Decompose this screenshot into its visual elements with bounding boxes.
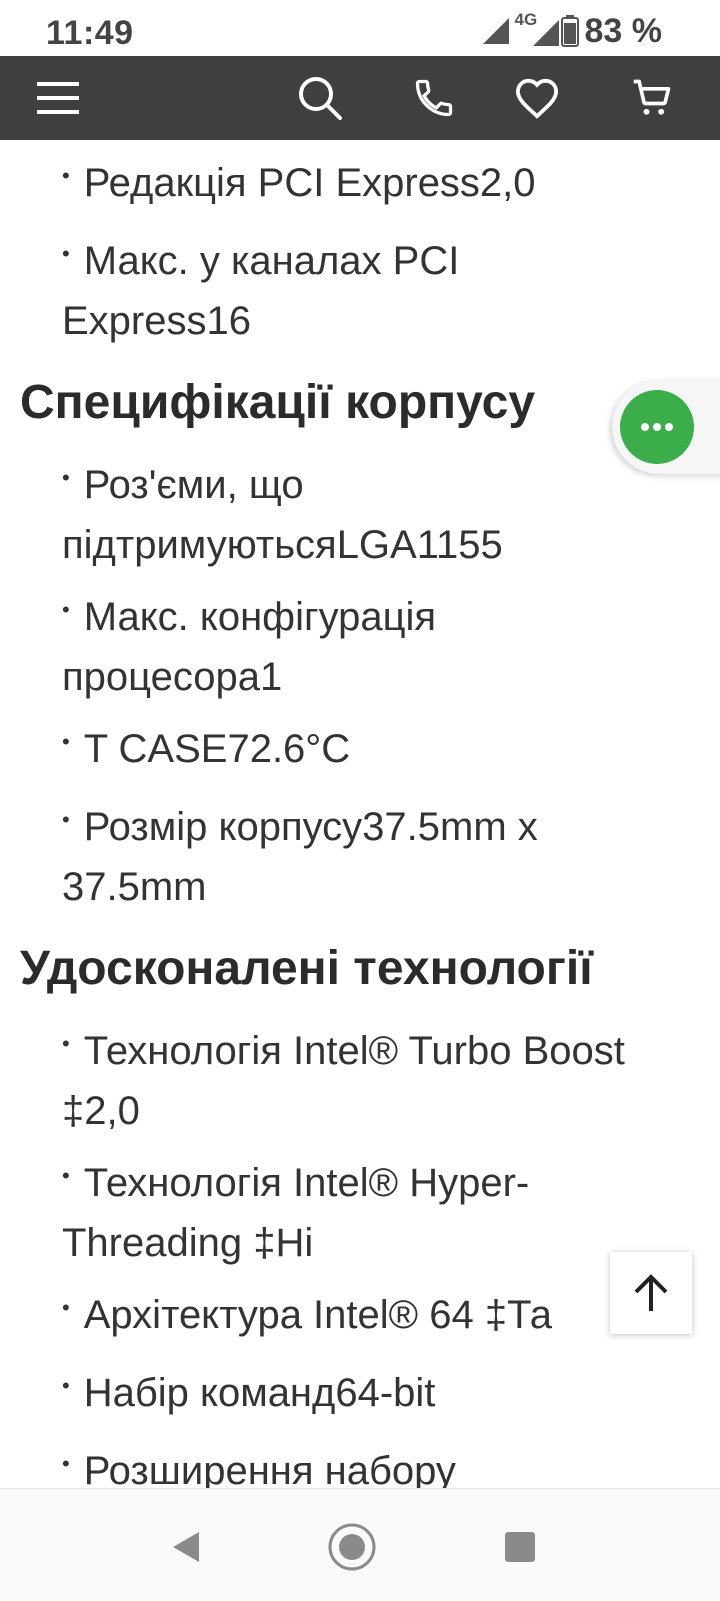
battery-icon — [560, 15, 579, 47]
status-indicators: 4G 83 % — [482, 10, 663, 50]
recents-icon[interactable] — [490, 1517, 550, 1577]
pci-spec-list: • Редакція PCI Express2,0 • Макс. у канала… — [0, 156, 720, 366]
heart-icon[interactable] — [507, 68, 567, 128]
signal-4g-icon: 4G — [515, 10, 559, 46]
list-item-text: Макс. конфігурація процесора1 — [62, 595, 437, 699]
list-item: • Редакція PCI Express2,0 — [62, 161, 536, 205]
system-nav-bar — [0, 1488, 720, 1601]
list-item: • Розмір корпусу37.5mm x 37.5mm — [62, 805, 538, 909]
list-item-text: Редакція PCI Express2,0 — [83, 161, 536, 205]
list-item: • Технологія Intel® Hyper-Threading ‡Hi — [62, 1161, 530, 1265]
list-item-text: Архітектура Intel® 64 ‡Та — [83, 1293, 552, 1337]
list-item-text: Розширення набору командIntel® SSE4.1, I… — [83, 1449, 456, 1488]
battery-percent: 83 % — [584, 11, 663, 50]
cart-icon[interactable] — [622, 68, 682, 128]
search-icon[interactable] — [290, 68, 350, 128]
section-heading-technologies: Удосконалені технології — [20, 942, 593, 995]
list-item-text: Розмір корпусу37.5mm x 37.5mm — [62, 805, 538, 909]
list-item: • Роз'єми, що підтримуютьсяLGA1155 — [62, 463, 503, 567]
list-item: • Набір команд64-bit — [62, 1371, 436, 1415]
list-item: • T CASE72.6°C — [62, 727, 351, 771]
home-icon[interactable] — [322, 1517, 382, 1577]
list-item: •Розширення набору командIntel® SSE4.1, … — [62, 1444, 658, 1488]
list-item-text: Роз'єми, що підтримуютьсяLGA1155 — [62, 463, 503, 567]
chat-fab-container — [612, 380, 720, 474]
section-heading-package: Специфікації корпусу — [20, 376, 536, 429]
list-item-text: T CASE72.6°C — [83, 727, 351, 771]
list-item-text: Технологія Intel® Turbo Boost ‡2,0 — [62, 1029, 625, 1133]
list-item: • Макс. у каналах PCI Express16 — [62, 239, 460, 343]
menu-icon[interactable] — [28, 68, 88, 128]
phone-icon[interactable] — [404, 68, 464, 128]
arrow-up-icon — [634, 1274, 668, 1311]
signal-icon — [482, 18, 509, 44]
scroll-top-button[interactable] — [610, 1252, 692, 1334]
status-bar: 11:49 4G 83 % — [0, 0, 720, 56]
status-time: 11:49 — [46, 14, 134, 52]
more-dots-icon — [641, 423, 673, 431]
top-nav-bar — [0, 56, 720, 140]
list-item: • Макс. конфігурація процесора1 — [62, 595, 437, 699]
package-spec-list: • Роз'єми, що підтримуютьсяLGA1155 • Макс.… — [0, 458, 720, 932]
list-item-text: Набір команд64-bit — [83, 1371, 436, 1415]
back-icon[interactable] — [156, 1517, 216, 1577]
list-item-text: Технологія Intel® Hyper-Threading ‡Hi — [62, 1161, 530, 1265]
chat-button[interactable] — [620, 390, 694, 464]
list-item-text: Макс. у каналах PCI Express16 — [62, 239, 460, 343]
list-item: • Архітектура Intel® 64 ‡Та — [62, 1293, 552, 1337]
list-item: • Технологія Intel® Turbo Boost ‡2,0 — [62, 1029, 625, 1133]
